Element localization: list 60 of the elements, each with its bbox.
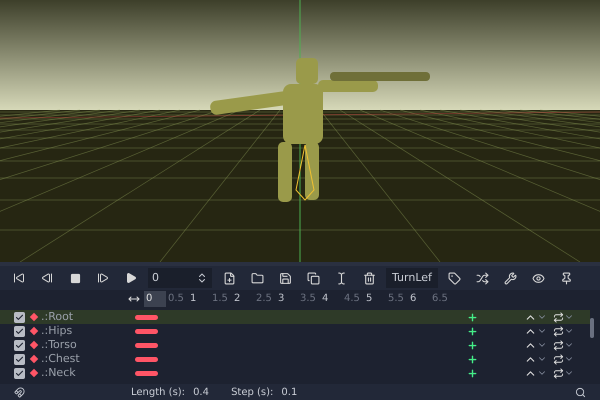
add-key-icon[interactable]	[467, 354, 478, 364]
step-back-icon	[41, 272, 53, 284]
wrench-icon	[504, 272, 518, 284]
keyframe-marker[interactable]	[135, 314, 158, 320]
track-name: .:Chest	[41, 350, 81, 367]
scrollbar[interactable]	[590, 318, 594, 338]
loop-icon[interactable]	[553, 312, 564, 322]
play-icon	[125, 272, 137, 284]
step-forward-icon	[97, 272, 109, 284]
skip-back-icon	[13, 272, 25, 284]
timeline-tick: 5	[365, 292, 374, 306]
add-key-icon[interactable]	[467, 340, 478, 350]
snap-icon[interactable]	[14, 386, 25, 398]
timeline-tick: 5.5	[387, 292, 405, 306]
spinner-arrows-icon[interactable]	[196, 272, 208, 284]
step-value[interactable]: 0.1	[281, 384, 298, 400]
timeline-tick: 6.5	[431, 292, 449, 306]
timeline-tick: 0.5	[167, 292, 185, 306]
length-label: Length (s):	[131, 386, 186, 400]
keyframe-marker[interactable]	[135, 356, 158, 362]
loop-icon[interactable]	[553, 326, 564, 336]
timeline-tick: 1.5	[211, 292, 229, 306]
length-value[interactable]: 0.4	[193, 384, 224, 400]
track-name: .:Torso	[41, 336, 78, 353]
timeline-tick: 1	[189, 292, 198, 306]
add-key-icon[interactable]	[467, 312, 478, 322]
search-icon[interactable]	[575, 386, 586, 398]
new-file-icon	[222, 272, 236, 284]
eye-icon	[532, 272, 546, 284]
step-label: Step (s):	[231, 386, 274, 400]
timeline-tick: 0	[144, 291, 166, 307]
track-name: .:Hips	[41, 322, 74, 339]
frame-field[interactable]: 0	[148, 268, 212, 288]
timeline-tick: 3.5	[299, 292, 317, 306]
folder-icon	[250, 272, 264, 284]
trash-icon	[362, 272, 376, 284]
copy-icon	[306, 272, 320, 284]
keyframe-marker[interactable]	[135, 370, 158, 376]
animation-selector[interactable]: TurnLef	[386, 268, 438, 288]
loop-icon[interactable]	[553, 368, 564, 378]
shuffle-icon	[476, 272, 490, 284]
loop-icon[interactable]	[553, 354, 564, 364]
track-name: .:Root	[41, 308, 74, 325]
track-name: .:Neck	[41, 364, 77, 381]
timeline-tick: 6	[409, 292, 418, 306]
timeline-tick: 2.5	[255, 292, 273, 306]
tag-icon	[448, 272, 462, 284]
keyframe-marker[interactable]	[135, 342, 158, 348]
timeline-tick: 4.5	[343, 292, 361, 306]
loop-icon[interactable]	[553, 340, 564, 350]
pin-icon	[560, 272, 574, 284]
track-row[interactable]: .:Root	[0, 310, 590, 324]
keyframe-marker[interactable]	[135, 328, 158, 334]
stop-icon	[70, 272, 80, 284]
timeline-tick: 3	[277, 292, 286, 306]
timeline-tick: 4	[321, 292, 330, 306]
save-icon	[278, 272, 292, 284]
timeline-tick: 2	[233, 292, 242, 306]
add-key-icon[interactable]	[467, 368, 478, 378]
add-key-icon[interactable]	[467, 326, 478, 336]
